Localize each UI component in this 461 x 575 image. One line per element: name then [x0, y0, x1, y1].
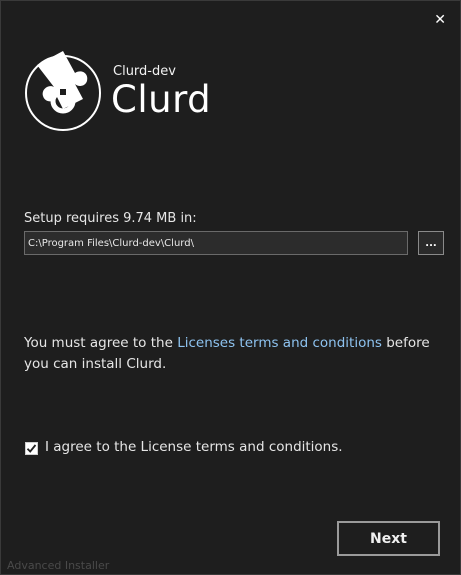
license-notice: You must agree to the Licenses terms and… — [24, 333, 434, 375]
license-agree-checkbox[interactable] — [25, 442, 38, 455]
product-title: Clurd — [111, 78, 212, 121]
license-agree-label[interactable]: I agree to the License terms and conditi… — [45, 439, 343, 455]
installer-window: ✕ Clurd-dev Clurd Setup requires 9.74 MB… — [0, 0, 461, 575]
close-icon[interactable]: ✕ — [434, 13, 446, 27]
browse-button[interactable]: ... — [418, 231, 444, 255]
installer-brand-footer: Advanced Installer — [7, 559, 110, 572]
checkmark-icon — [26, 444, 37, 453]
next-button[interactable]: Next — [337, 521, 440, 556]
install-path-input[interactable] — [24, 231, 408, 255]
license-notice-prefix: You must agree to the — [24, 335, 178, 351]
company-name: Clurd-dev — [113, 64, 176, 79]
license-terms-link[interactable]: Licenses terms and conditions — [177, 335, 382, 351]
puzzle-piece-logo-icon — [25, 51, 101, 131]
setup-size-label: Setup requires 9.74 MB in: — [24, 211, 197, 226]
